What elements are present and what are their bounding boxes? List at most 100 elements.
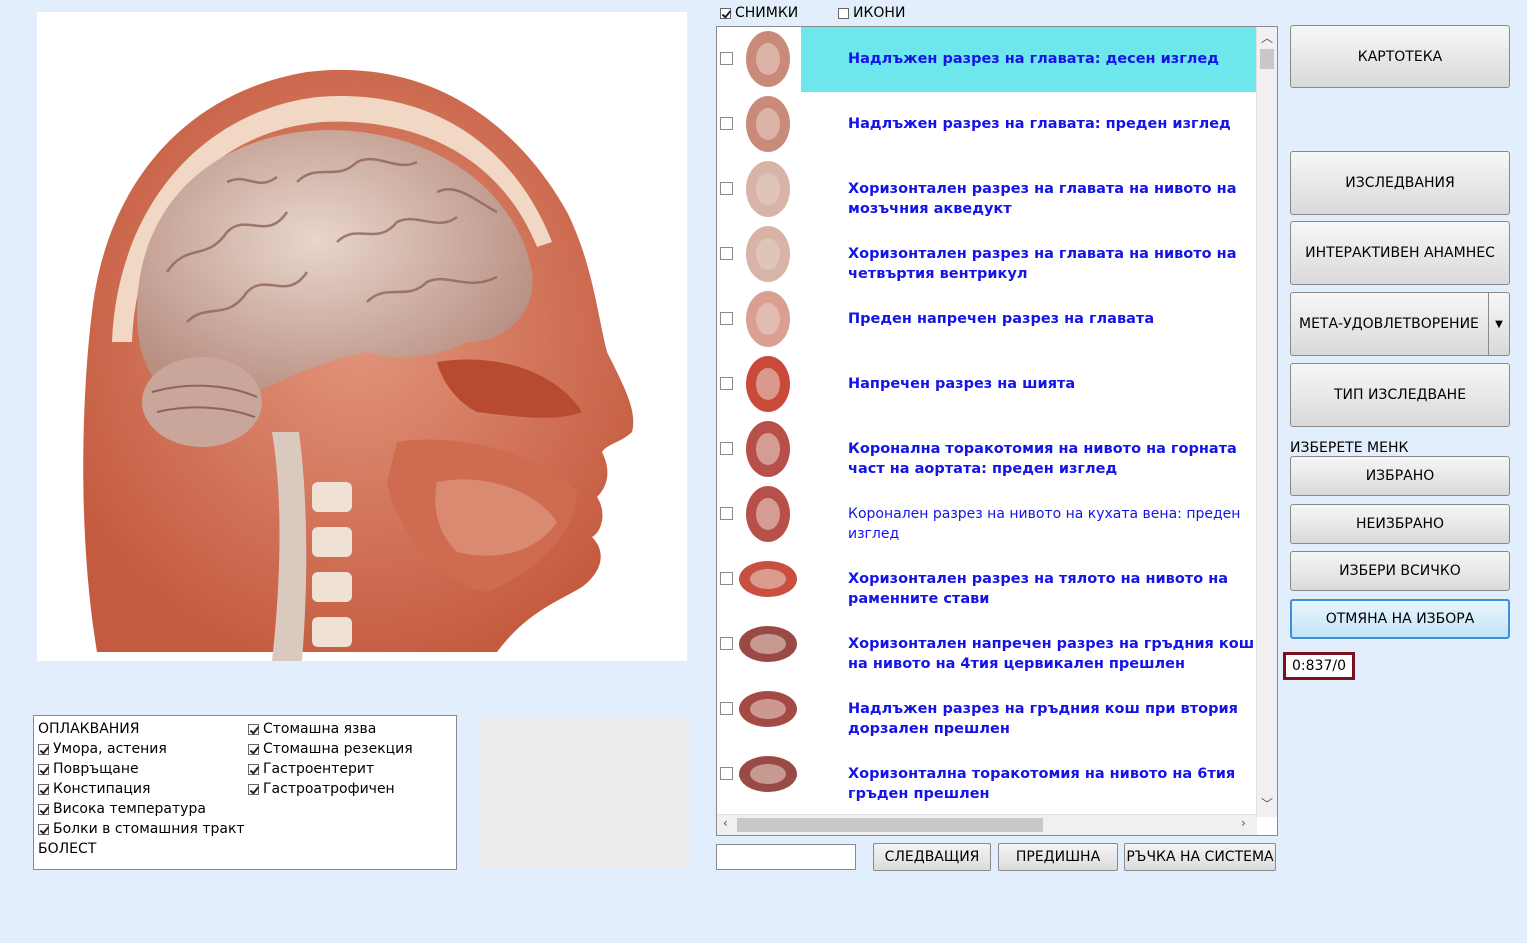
card-index-button[interactable]: КАРТОТЕКА (1290, 25, 1510, 88)
selected-button[interactable]: ИЗБРАНО (1290, 456, 1510, 496)
checkbox[interactable] (38, 743, 49, 755)
dropdown-label: МЕТА-УДОВЛЕТВОРЕНИЕ (1299, 316, 1479, 332)
anatomy-thumbnail-icon (739, 626, 797, 662)
list-item[interactable]: Надлъжен разрез на главата: преден изгле… (717, 92, 1256, 157)
list-item-checkbox[interactable] (720, 182, 733, 195)
list-item-thumbnail (737, 29, 799, 89)
photos-toggle[interactable]: СНИМКИ (720, 5, 798, 21)
checkbox[interactable] (38, 763, 49, 775)
list-item-label: Надлъжен разрез на главата: преден изгле… (848, 116, 1231, 132)
list-item-checkbox[interactable] (720, 312, 733, 325)
list-item-thumbnail (737, 614, 799, 674)
list-item-label: Надлъжен разрез на главата: десен изглед (848, 51, 1219, 67)
list-item-checkbox[interactable] (720, 117, 733, 130)
list-item[interactable]: Коронална торакотомия на нивото на горна… (717, 417, 1256, 482)
checkbox[interactable] (838, 7, 849, 19)
cancel-selection-button[interactable]: ОТМЯНА НА ИЗБОРА (1290, 599, 1510, 639)
checkbox[interactable] (248, 763, 259, 775)
list-item-text-area[interactable]: Надлъжен разрез на гръдния кош при втори… (801, 677, 1256, 742)
list-item-checkbox[interactable] (720, 637, 733, 650)
scroll-thumb[interactable] (737, 818, 1043, 832)
checkbox[interactable] (38, 823, 49, 835)
unselected-button[interactable]: НЕИЗБРАНО (1290, 504, 1510, 544)
complaint-item[interactable]: Висока температура (38, 799, 245, 819)
list-item-checkbox[interactable] (720, 52, 733, 65)
image-list[interactable]: Надлъжен разрез на главата: десен изглед… (716, 26, 1278, 836)
list-item[interactable]: Хоризонтална торакотомия на нивото на 6т… (717, 742, 1256, 807)
icons-toggle[interactable]: ИКОНИ (838, 5, 905, 21)
anatomy-thumbnail-icon (746, 291, 790, 347)
list-item-label: Хоризонтален разрез на главата на нивото… (848, 246, 1237, 282)
list-item-checkbox[interactable] (720, 572, 733, 585)
list-item[interactable]: Напречен разрез на шията (717, 352, 1256, 417)
system-manual-button[interactable]: РЪЧКА НА СИСТЕМА (1124, 843, 1276, 871)
list-item-checkbox[interactable] (720, 442, 733, 455)
complaint-item[interactable]: Умора, астения (38, 739, 245, 759)
list-item-text-area[interactable]: Хоризонтален разрез на главата на нивото… (801, 222, 1256, 287)
scroll-right-icon[interactable]: › (1241, 816, 1246, 830)
horizontal-scrollbar[interactable]: ‹ › (717, 814, 1257, 835)
complaint-item[interactable]: Стомашна язва (248, 719, 413, 739)
meta-satisfaction-dropdown[interactable]: МЕТА-УДОВЛЕТВОРЕНИЕ ▼ (1290, 292, 1510, 356)
list-item[interactable]: Хоризонтален разрез на главата на нивото… (717, 157, 1256, 222)
complaint-item[interactable]: Болки в стомашния тракт (38, 819, 245, 839)
anatomy-thumbnail-icon (746, 96, 790, 152)
list-item-label: Коронална торакотомия на нивото на горна… (848, 441, 1237, 477)
list-item[interactable]: Надлъжен разрез на главата: десен изглед (717, 27, 1256, 92)
list-item[interactable]: Хоризонтален разрез на главата на нивото… (717, 222, 1256, 287)
list-item-checkbox[interactable] (720, 247, 733, 260)
list-item-checkbox[interactable] (720, 702, 733, 715)
anatomy-thumbnail-icon (739, 691, 797, 727)
list-item-checkbox[interactable] (720, 767, 733, 780)
list-item-text-area[interactable]: Хоризонтална торакотомия на нивото на 6т… (801, 742, 1256, 807)
complaint-item[interactable]: Повръщане (38, 759, 245, 779)
list-item-text-area[interactable]: Надлъжен разрез на главата: преден изгле… (801, 92, 1256, 157)
studies-button[interactable]: ИЗСЛЕДВАНИЯ (1290, 151, 1510, 215)
complaint-item[interactable]: Гастроентерит (248, 759, 413, 779)
interactive-anamnesis-button[interactable]: ИНТЕРАКТИВЕН АНАМНЕС (1290, 221, 1510, 285)
complaint-item[interactable]: Констипация (38, 779, 245, 799)
list-item-thumbnail (737, 159, 799, 219)
list-item[interactable]: Преден напречен разрез на главата (717, 287, 1256, 352)
list-item-text-area[interactable]: Хоризонтален напречен разрез на гръдния … (801, 612, 1256, 677)
checkbox[interactable] (720, 7, 731, 19)
list-item-label: Хоризонтален напречен разрез на гръдния … (848, 636, 1255, 672)
checkbox[interactable] (38, 783, 49, 795)
list-item[interactable]: Хоризонтален напречен разрез на гръдния … (717, 612, 1256, 677)
complaint-item[interactable]: Стомашна резекция (248, 739, 413, 759)
list-item-text-area[interactable]: Хоризонтален разрез на главата на нивото… (801, 157, 1256, 222)
list-item[interactable]: Коронален разрез на нивото на кухата вен… (717, 482, 1256, 547)
anatomy-thumbnail-icon (746, 356, 790, 412)
list-item[interactable]: Надлъжен разрез на гръдния кош при втори… (717, 677, 1256, 742)
list-item-text-area[interactable]: Коронална торакотомия на нивото на горна… (801, 417, 1256, 482)
list-item-text-area[interactable]: Напречен разрез на шията (801, 352, 1256, 417)
chevron-down-icon[interactable]: ▼ (1488, 293, 1509, 355)
vertical-scrollbar[interactable]: ︿ ﹀ (1256, 27, 1277, 817)
scroll-down-icon[interactable]: ﹀ (1257, 795, 1277, 812)
search-input[interactable] (716, 844, 856, 870)
anatomy-thumbnail-icon (746, 226, 790, 282)
scroll-left-icon[interactable]: ‹ (723, 816, 728, 830)
list-item-thumbnail (737, 289, 799, 349)
list-item-text-area[interactable]: Коронален разрез на нивото на кухата вен… (801, 482, 1256, 547)
list-item-text-area[interactable]: Надлъжен разрез на главата: десен изглед (801, 27, 1256, 92)
select-label: ИЗБЕРЕТЕ МЕНК (1290, 440, 1409, 456)
list-item-checkbox[interactable] (720, 507, 733, 520)
scroll-thumb[interactable] (1260, 49, 1274, 69)
select-all-button[interactable]: ИЗБЕРИ ВСИЧКО (1290, 551, 1510, 591)
checkbox[interactable] (248, 743, 259, 755)
list-item-text-area[interactable]: Преден напречен разрез на главата (801, 287, 1256, 352)
complaints-panel: ОПЛАКВАНИЯ Умора, астения Повръщане Конс… (33, 715, 457, 870)
study-type-button[interactable]: ТИП ИЗСЛЕДВАНЕ (1290, 363, 1510, 427)
checkbox[interactable] (248, 783, 259, 795)
complaint-item[interactable]: Гастроатрофичен (248, 779, 413, 799)
checkbox[interactable] (38, 803, 49, 815)
list-item-thumbnail (737, 224, 799, 284)
next-button[interactable]: СЛЕДВАЩИЯ (873, 843, 991, 871)
list-item[interactable]: Хоризонтален разрез на тялото на нивото … (717, 547, 1256, 612)
previous-button[interactable]: ПРЕДИШНА (998, 843, 1118, 871)
checkbox[interactable] (248, 723, 259, 735)
scroll-up-icon[interactable]: ︿ (1257, 29, 1277, 46)
list-item-text-area[interactable]: Хоризонтален разрез на тялото на нивото … (801, 547, 1256, 612)
list-item-checkbox[interactable] (720, 377, 733, 390)
